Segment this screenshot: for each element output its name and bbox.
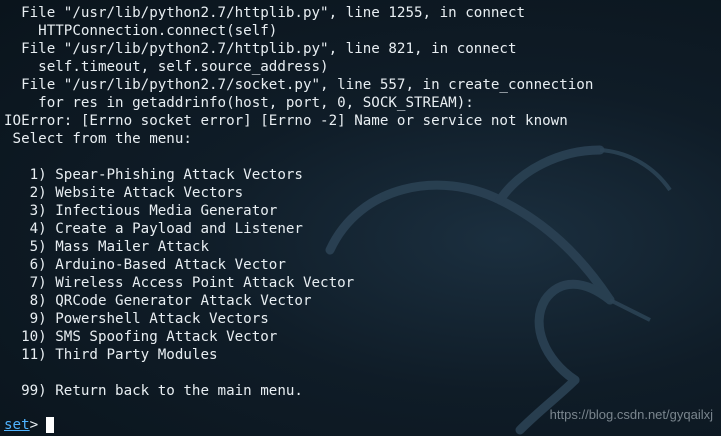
- output-line: 11) Third Party Modules: [4, 347, 218, 363]
- output-line: 10) SMS Spoofing Attack Vector: [4, 329, 278, 345]
- output-line: 1) Spear-Phishing Attack Vectors: [4, 167, 303, 183]
- output-line: 4) Create a Payload and Listener: [4, 221, 303, 237]
- output-line: self.timeout, self.source_address): [4, 59, 329, 75]
- watermark: https://blog.csdn.net/gyqailxj: [549, 407, 713, 422]
- output-line: File "/usr/lib/python2.7/httplib.py", li…: [4, 41, 517, 57]
- prompt-word: set: [4, 417, 30, 433]
- output-line: Select from the menu:: [4, 131, 192, 147]
- output-line: File "/usr/lib/python2.7/httplib.py", li…: [4, 5, 526, 21]
- prompt-symbol: >: [29, 417, 39, 433]
- output-line: 7) Wireless Access Point Attack Vector: [4, 275, 355, 291]
- output-line: 9) Powershell Attack Vectors: [4, 311, 269, 327]
- output-line: IOError: [Errno socket error] [Errno -2]…: [4, 113, 568, 129]
- terminal-output: File "/usr/lib/python2.7/httplib.py", li…: [4, 4, 721, 400]
- output-line: HTTPConnection.connect(self): [4, 23, 278, 39]
- output-line: 8) QRCode Generator Attack Vector: [4, 293, 312, 309]
- output-line: 3) Infectious Media Generator: [4, 203, 278, 219]
- output-line: 6) Arduino-Based Attack Vector: [4, 257, 286, 273]
- output-line: 99) Return back to the main menu.: [4, 383, 303, 399]
- terminal-cursor: [46, 417, 55, 433]
- command-prompt[interactable]: set >: [4, 416, 55, 434]
- output-line: 5) Mass Mailer Attack: [4, 239, 209, 255]
- output-line: 2) Website Attack Vectors: [4, 185, 244, 201]
- terminal-window[interactable]: File "/usr/lib/python2.7/httplib.py", li…: [0, 0, 721, 436]
- output-line: for res in getaddrinfo(host, port, 0, SO…: [4, 95, 474, 111]
- output-line: File "/usr/lib/python2.7/socket.py", lin…: [4, 77, 594, 93]
